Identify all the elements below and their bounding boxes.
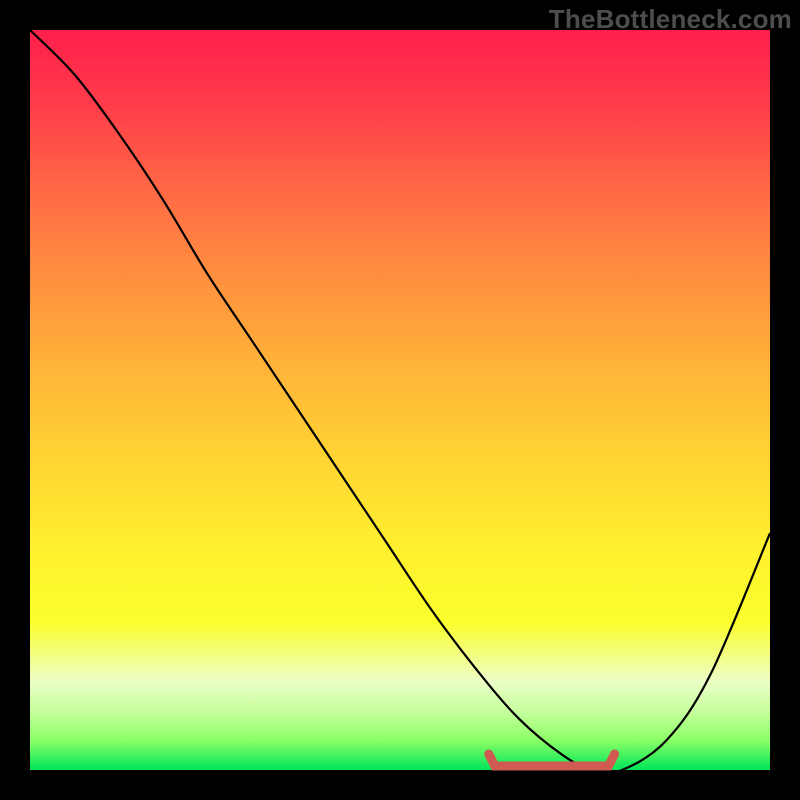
bottleneck-curve bbox=[30, 30, 770, 773]
curve-layer bbox=[30, 30, 770, 770]
chart-frame: TheBottleneck.com bbox=[0, 0, 800, 800]
optimal-range-mark bbox=[489, 754, 615, 766]
